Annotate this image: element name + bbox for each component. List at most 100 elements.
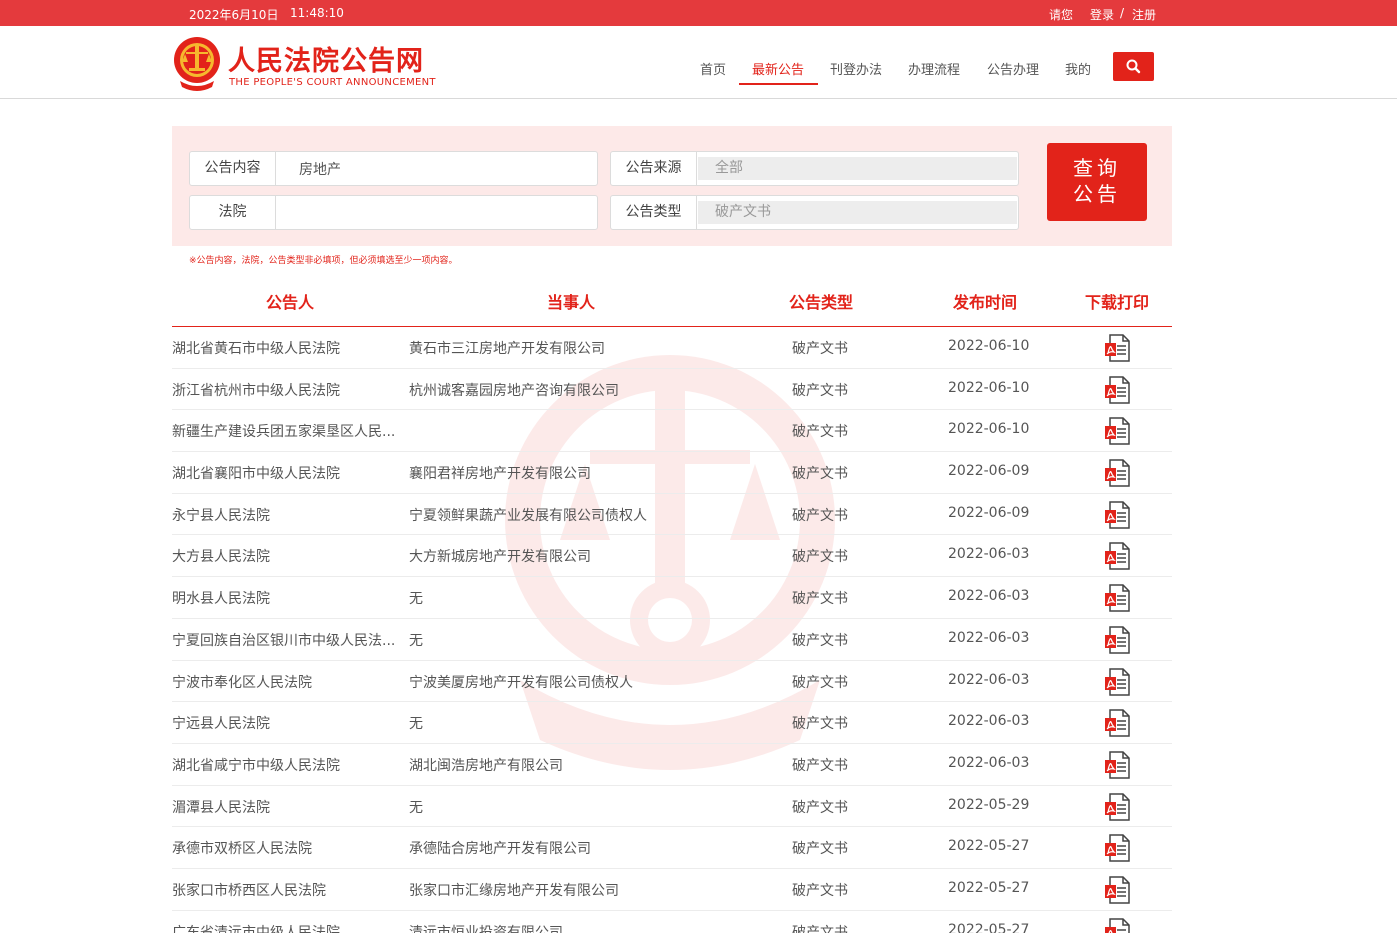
table-row[interactable]: 承德市双桥区人民法院 承德陆合房地产开发有限公司 破产文书 2022-05-27 bbox=[172, 827, 1172, 869]
court-input[interactable] bbox=[276, 196, 597, 229]
login-link[interactable]: 登录 bbox=[1090, 6, 1114, 23]
row-date: 2022-06-03 bbox=[948, 754, 1030, 771]
pdf-icon[interactable] bbox=[1104, 334, 1130, 362]
row-court[interactable]: 湖北省襄阳市中级人民法院 bbox=[172, 463, 408, 483]
row-type: 破产文书 bbox=[792, 341, 848, 357]
row-date: 2022-06-10 bbox=[948, 338, 1030, 354]
table-row[interactable]: 浙江省杭州市中级人民法院 杭州诚客嘉园房地产咨询有限公司 破产文书 2022-06-1… bbox=[172, 369, 1172, 411]
pdf-icon[interactable] bbox=[1104, 917, 1130, 933]
row-court[interactable]: 宁远县人民法院 bbox=[172, 713, 408, 733]
row-court[interactable]: 承德市双桥区人民法院 bbox=[172, 838, 408, 858]
row-type: 破产文书 bbox=[792, 507, 848, 524]
announcement-list: 湖北省黄石市中级人民法院 黄石市三江房地产开发有限公司 破产文书 2022-06-10… bbox=[172, 327, 1172, 933]
source-select[interactable]: 全部 bbox=[698, 157, 1017, 180]
nav-mine[interactable]: 我的 bbox=[1065, 59, 1091, 78]
register-link[interactable]: 注册 bbox=[1132, 6, 1156, 23]
table-row[interactable]: 张家口市桥西区人民法院 张家口市汇缘房地产开发有限公司 破产文书 2022-05-27 bbox=[172, 869, 1172, 911]
court-label: 法院 bbox=[190, 196, 276, 229]
row-date: 2022-06-09 bbox=[948, 504, 1030, 521]
query-button-line1: 查询 bbox=[1073, 156, 1121, 180]
header-court: 公告人 bbox=[266, 293, 315, 312]
pdf-icon[interactable] bbox=[1104, 501, 1130, 529]
nav-latest-announcements[interactable]: 最新公告 bbox=[752, 59, 804, 78]
pdf-icon[interactable] bbox=[1104, 626, 1130, 654]
table-row[interactable]: 广东省清远市中级人民法院 清远市恒业投资有限公司 破产文书 2022-05-27 bbox=[172, 911, 1172, 933]
pdf-icon[interactable] bbox=[1104, 876, 1130, 904]
row-date: 2022-06-03 bbox=[948, 713, 1030, 730]
row-party: 清远市恒业投资有限公司 bbox=[409, 924, 563, 933]
table-row[interactable]: 大方县人民法院 大方新城房地产开发有限公司 破产文书 2022-06-03 bbox=[172, 535, 1172, 578]
row-party: 无 bbox=[409, 799, 423, 816]
row-type: 破产文书 bbox=[792, 924, 848, 933]
top-bar: 2022年6月10日 11:48:10 请您 登录 / 注册 bbox=[0, 0, 1397, 26]
nav-publishing-method[interactable]: 刊登办法 bbox=[830, 59, 882, 78]
pdf-icon[interactable] bbox=[1104, 375, 1130, 404]
row-party: 承德陆合房地产开发有限公司 bbox=[409, 841, 591, 858]
pdf-icon[interactable] bbox=[1104, 542, 1130, 571]
content-input[interactable] bbox=[276, 152, 597, 185]
row-date: 2022-05-27 bbox=[948, 838, 1030, 855]
search-hint: ※公告内容，法院，公告类型非必填项，但必须填选至少一项内容。 bbox=[189, 256, 458, 266]
site-header: 人民法院公告网 THE PEOPLE'S COURT ANNOUNCEMENT … bbox=[0, 26, 1397, 99]
row-date: 2022-05-27 bbox=[948, 921, 1030, 933]
row-court[interactable]: 永宁县人民法院 bbox=[172, 505, 408, 525]
row-party: 襄阳君祥房地产开发有限公司 bbox=[409, 466, 591, 483]
row-court[interactable]: 浙江省杭州市中级人民法院 bbox=[172, 380, 408, 400]
table-header: 公告人 当事人 公告类型 发布时间 下载打印 bbox=[172, 281, 1172, 327]
pdf-icon[interactable] bbox=[1104, 667, 1130, 696]
row-court[interactable]: 湄潭县人民法院 bbox=[172, 797, 408, 817]
row-court[interactable]: 广东省清远市中级人民法院 bbox=[172, 922, 408, 933]
table-row[interactable]: 宁夏回族自治区银川市中级人民法... 无 破产文书 2022-06-03 bbox=[172, 619, 1172, 661]
pdf-icon[interactable] bbox=[1104, 417, 1130, 446]
row-court[interactable]: 湖北省咸宁市中级人民法院 bbox=[172, 755, 408, 775]
row-court[interactable]: 宁波市奉化区人民法院 bbox=[172, 672, 408, 692]
row-court[interactable]: 宁夏回族自治区银川市中级人民法... bbox=[172, 630, 408, 650]
nav-announcement-handling[interactable]: 公告办理 bbox=[987, 59, 1039, 78]
logo-subtitle: THE PEOPLE'S COURT ANNOUNCEMENT bbox=[229, 77, 436, 88]
content-label: 公告内容 bbox=[190, 152, 276, 185]
row-court[interactable]: 张家口市桥西区人民法院 bbox=[172, 880, 408, 900]
query-announcement-button[interactable]: 查询 公告 bbox=[1047, 143, 1147, 221]
greeting-text: 请您 bbox=[1049, 8, 1074, 22]
current-date: 2022年6月10日 bbox=[189, 8, 279, 22]
header-download: 下载打印 bbox=[1085, 293, 1150, 312]
row-court[interactable]: 新疆生产建设兵团五家渠垦区人民... bbox=[172, 421, 408, 441]
header-type: 公告类型 bbox=[789, 293, 854, 312]
header-party: 当事人 bbox=[547, 293, 596, 312]
search-icon bbox=[1126, 59, 1141, 74]
table-row[interactable]: 湄潭县人民法院无 破产文书 2022-05-29 bbox=[172, 786, 1172, 828]
row-court[interactable]: 大方县人民法院 bbox=[172, 546, 408, 566]
table-row[interactable]: 新疆生产建设兵团五家渠垦区人民... 破产文书 2022-06-10 bbox=[172, 410, 1172, 453]
table-row[interactable]: 宁远县人民法院无 破产文书 2022-06-03 bbox=[172, 702, 1172, 744]
row-date: 2022-06-03 bbox=[948, 588, 1030, 605]
row-type: 破产文书 bbox=[792, 632, 848, 649]
row-court[interactable]: 明水县人民法院 bbox=[172, 588, 408, 608]
row-court[interactable]: 湖北省黄石市中级人民法院 bbox=[172, 338, 408, 358]
row-type: 破产文书 bbox=[792, 424, 848, 441]
pdf-icon[interactable] bbox=[1104, 709, 1130, 737]
table-row[interactable]: 宁波市奉化区人民法院 宁波美厦房地产开发有限公司债权人 破产文书 2022-06-03 bbox=[172, 661, 1172, 703]
row-date: 2022-06-03 bbox=[948, 671, 1030, 688]
row-type: 破产文书 bbox=[792, 591, 848, 608]
site-logo[interactable]: 人民法院公告网 THE PEOPLE'S COURT ANNOUNCEMENT bbox=[172, 35, 452, 95]
table-row[interactable]: 湖北省襄阳市中级人民法院 襄阳君祥房地产开发有限公司 破产文书 2022-06-09 bbox=[172, 452, 1172, 494]
pdf-icon[interactable] bbox=[1104, 459, 1130, 487]
header-date: 发布时间 bbox=[953, 293, 1018, 312]
type-select[interactable]: 破产文书 bbox=[698, 201, 1017, 224]
nav-process[interactable]: 办理流程 bbox=[908, 59, 960, 78]
search-button[interactable] bbox=[1113, 52, 1154, 81]
source-field: 公告来源 全部 bbox=[610, 151, 1019, 186]
table-row[interactable]: 明水县人民法院无 破产文书 2022-06-03 bbox=[172, 577, 1172, 619]
table-row[interactable]: 湖北省黄石市中级人民法院 黄石市三江房地产开发有限公司 破产文书 2022-06-10 bbox=[172, 327, 1172, 369]
row-type: 破产文书 bbox=[792, 466, 848, 483]
table-row[interactable]: 永宁县人民法院 宁夏领鲜果蔬产业发展有限公司债权人 破产文书 2022-06-09 bbox=[172, 494, 1172, 536]
row-type: 破产文书 bbox=[792, 716, 848, 733]
pdf-icon[interactable] bbox=[1104, 584, 1130, 612]
pdf-icon[interactable] bbox=[1104, 834, 1130, 862]
source-label: 公告来源 bbox=[611, 152, 697, 185]
pdf-icon[interactable] bbox=[1104, 751, 1130, 779]
row-party: 湖北闽浩房地产有限公司 bbox=[409, 757, 563, 774]
table-row[interactable]: 湖北省咸宁市中级人民法院 湖北闽浩房地产有限公司 破产文书 2022-06-03 bbox=[172, 744, 1172, 786]
nav-home[interactable]: 首页 bbox=[700, 59, 726, 78]
pdf-icon[interactable] bbox=[1104, 792, 1130, 821]
